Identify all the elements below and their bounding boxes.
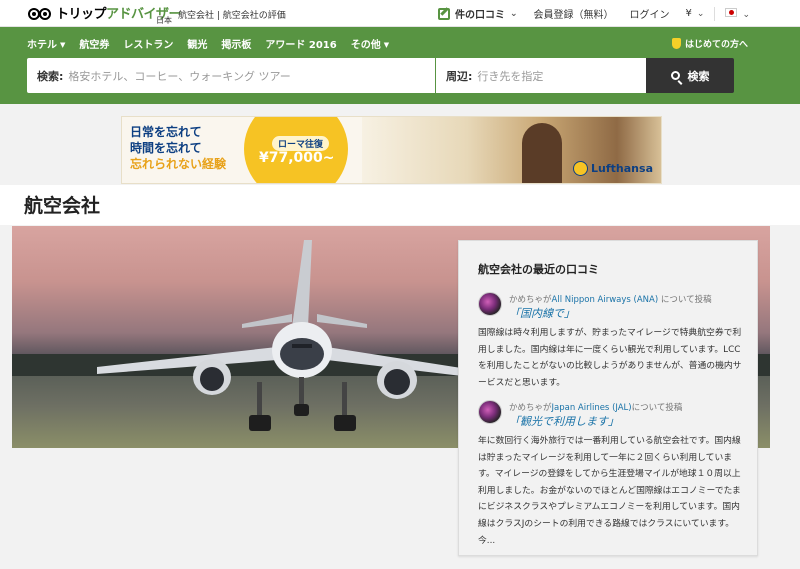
review-airline-link[interactable]: All Nippon Airways (ANA): [552, 295, 659, 305]
register-link[interactable]: 会員登録（無料）: [534, 6, 614, 21]
review-title-link[interactable]: 「観光で利用します」: [509, 413, 619, 429]
first-time-link[interactable]: はじめての方へ: [671, 37, 748, 50]
lufthansa-ad-banner[interactable]: 日常を忘れて 時間を忘れて 忘れられない経験 ローマ往復 ¥77,000~ Lu…: [121, 116, 662, 184]
location-placeholder: 行き先を指定: [477, 69, 544, 83]
page-title: 航空会社: [24, 195, 101, 217]
ad-route: ローマ往復: [272, 136, 330, 151]
chevron-down-icon: ⌄: [742, 9, 750, 20]
pencil-icon: [437, 7, 450, 20]
nav-item-restaurants[interactable]: レストラン: [123, 36, 173, 51]
ad-price: ¥77,000~: [259, 150, 335, 166]
review-byline: かめちゃがAll Nippon Airways (ANA) について投稿: [509, 295, 712, 305]
ad-brand: Lufthansa: [573, 161, 653, 176]
recent-reviews-panel: 航空会社の最近の口コミ かめちゃがAll Nippon Airways (ANA…: [458, 240, 758, 556]
nav-item-sightseeing[interactable]: 観光: [187, 36, 207, 51]
location-input[interactable]: 周辺: 行き先を指定: [436, 58, 646, 93]
review-byline: かめちゃがJapan Airlines (JAL)について投稿: [509, 403, 683, 413]
main-menu: ホテル ▼ 航空券 レストラン 観光 掲示板 アワード 2016 その他 ▼: [27, 36, 403, 51]
airplane-illustration: [97, 240, 487, 431]
location-label: 周辺:: [446, 69, 473, 83]
review-title-link[interactable]: 「国内線で」: [509, 305, 575, 321]
search-label: 検索:: [37, 69, 64, 83]
title-band: 航空会社: [0, 185, 800, 225]
ad-person-image: [522, 123, 562, 183]
review-item: かめちゃがAll Nippon Airways (ANA) について投稿 「国内…: [478, 291, 748, 391]
review-user[interactable]: かめちゃが: [509, 403, 552, 413]
nav-item-flights[interactable]: 航空券: [79, 36, 109, 51]
chevron-down-icon: ▼: [383, 41, 390, 49]
login-link[interactable]: ログイン: [630, 6, 670, 21]
breadcrumb: 航空会社 | 航空会社の評価: [178, 11, 286, 21]
ad-slogan: 日常を忘れて 時間を忘れて 忘れられない経験: [130, 125, 227, 171]
nav-item-more[interactable]: その他 ▼: [351, 36, 389, 51]
chevron-down-icon: ▼: [60, 41, 66, 49]
shield-icon: [671, 38, 681, 49]
avatar[interactable]: [478, 292, 502, 316]
review-user[interactable]: かめちゃが: [509, 295, 552, 305]
nav-item-forums[interactable]: 掲示板: [221, 36, 251, 51]
search-icon: [670, 71, 680, 80]
nav-item-hotels[interactable]: ホテル ▼: [27, 36, 65, 51]
chevron-down-icon: ⌄: [509, 8, 518, 19]
search-placeholder: 格安ホテル、コーヒー、ウォーキング ツアー: [68, 69, 291, 83]
language-selector[interactable]: ⌄: [725, 7, 750, 20]
currency-selector[interactable]: ¥ ⌄: [686, 8, 705, 19]
reviews-heading: 航空会社の最近の口コミ: [478, 263, 599, 276]
search-button[interactable]: 検索: [646, 58, 734, 93]
avatar[interactable]: [478, 400, 502, 424]
search-input[interactable]: 検索: 格安ホテル、コーヒー、ウォーキング ツアー: [27, 58, 435, 93]
lufthansa-crane-icon: [573, 161, 589, 176]
review-airline-link[interactable]: Japan Airlines (JAL): [552, 403, 632, 413]
write-review-button[interactable]: 件の口コミ ⌄: [437, 6, 518, 21]
review-body: 国際線は時々利用しますが、貯まったマイレージで特典航空券で利用しました。国内線は…: [478, 328, 742, 388]
write-review-label: 件の口コミ: [454, 10, 505, 21]
top-header: トリップアドバイザー 日本 航空会社 | 航空会社の評価 件の口コミ ⌄ 会員登…: [0, 0, 800, 27]
nav-item-awards[interactable]: アワード 2016: [265, 36, 336, 51]
chevron-down-icon: ⌄: [696, 9, 705, 19]
logo-country: 日本: [156, 16, 172, 25]
account-nav: 件の口コミ ⌄ 会員登録（無料） ログイン ¥ ⌄ ⌄: [437, 0, 750, 27]
japan-flag-icon: [725, 7, 738, 17]
owl-logo-icon: [28, 6, 54, 22]
review-body: 年に数回行く海外旅行では一番利用している航空会社です。国内線は貯まったマイレージ…: [478, 436, 741, 546]
divider: [714, 6, 716, 21]
review-item: かめちゃがJapan Airlines (JAL)について投稿 「観光で利用しま…: [478, 399, 748, 549]
